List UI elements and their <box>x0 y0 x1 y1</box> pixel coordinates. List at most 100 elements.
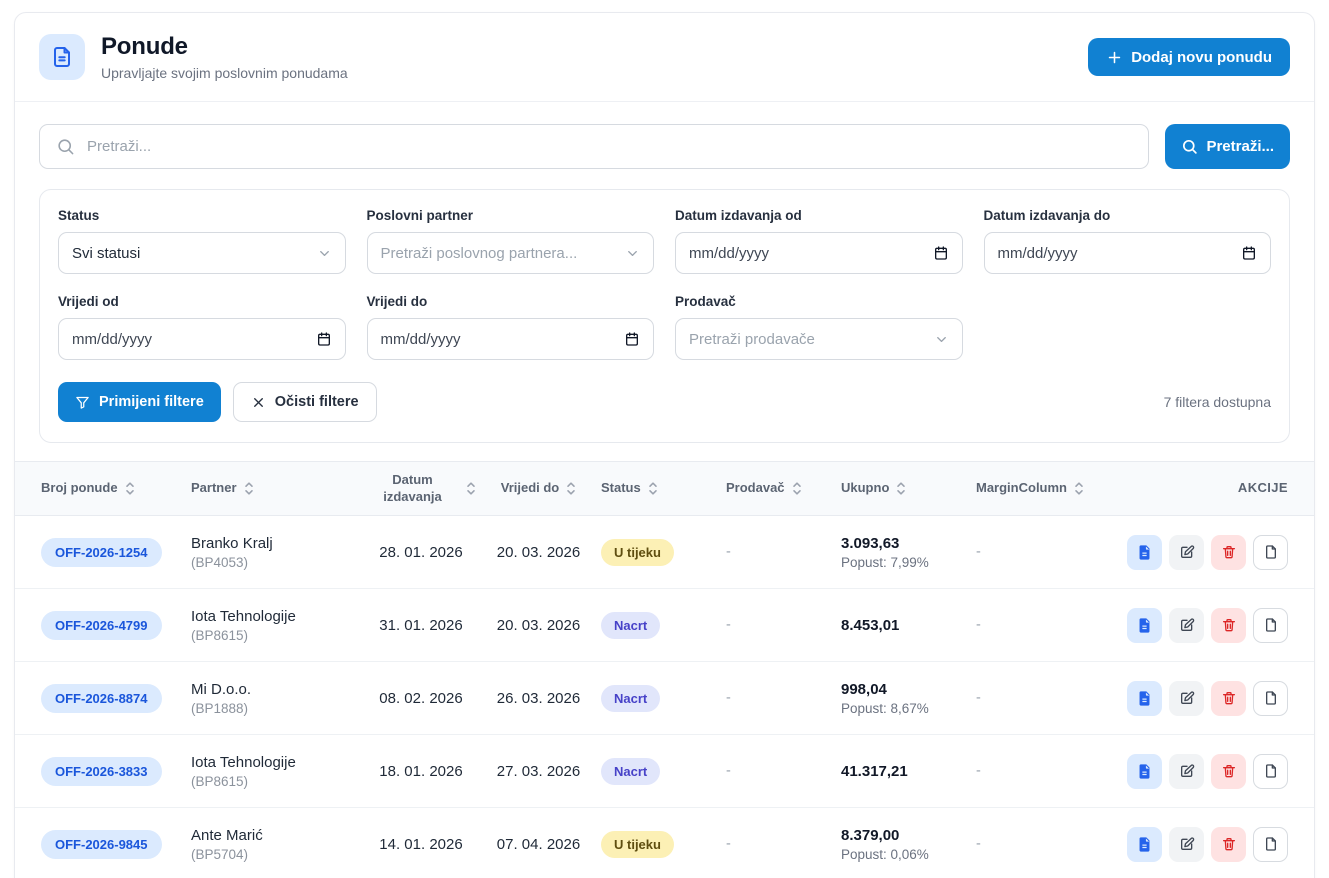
filter-issue-date-to: Datum izdavanja do mm/dd/yyyy <box>984 208 1272 274</box>
partner-name: Iota Tehnologije <box>191 608 356 625</box>
partner-code: (BP8615) <box>191 628 356 643</box>
delete-button[interactable] <box>1211 827 1246 862</box>
issue-date-to-input[interactable]: mm/dd/yyyy <box>984 232 1272 274</box>
page-title: Ponude <box>101 33 348 61</box>
edit-button[interactable] <box>1169 754 1204 789</box>
margin-value: - <box>976 544 1111 560</box>
column-header-seller[interactable]: Prodavač <box>726 480 841 496</box>
total-cell: 3.093,63 Popust: 7,99% <box>841 535 976 570</box>
partner-code: (BP8615) <box>191 774 356 789</box>
filter-status: Status Svi statusi <box>58 208 346 274</box>
clear-filters-button[interactable]: Očisti filtere <box>233 382 377 422</box>
view-document-button[interactable] <box>1127 608 1162 643</box>
partner-cell: Ante Marić (BP5704) <box>191 827 366 862</box>
edit-button[interactable] <box>1169 681 1204 716</box>
issue-date-from-input[interactable]: mm/dd/yyyy <box>675 232 963 274</box>
chevron-down-icon <box>317 246 332 261</box>
status-select[interactable]: Svi statusi <box>58 232 346 274</box>
edit-icon <box>1179 836 1195 852</box>
edit-button[interactable] <box>1169 827 1204 862</box>
view-document-button[interactable] <box>1127 681 1162 716</box>
sort-icon <box>1074 481 1084 496</box>
view-document-button[interactable] <box>1127 827 1162 862</box>
partner-code: (BP5704) <box>191 847 356 862</box>
offers-table: Broj ponudePartnerDatum izdavanjaVrijedi… <box>15 461 1314 878</box>
valid-from-input[interactable]: mm/dd/yyyy <box>58 318 346 360</box>
view-document-icon <box>1136 836 1153 853</box>
filter-partner: Poslovni partner Pretraži poslovnog part… <box>367 208 655 274</box>
add-offer-button[interactable]: Dodaj novu ponudu <box>1088 38 1290 76</box>
offer-number-badge: OFF-2026-4799 <box>41 611 162 640</box>
view-document-button[interactable] <box>1127 754 1162 789</box>
partner-select[interactable]: Pretraži poslovnog partnera... <box>367 232 655 274</box>
margin-value: - <box>976 617 1111 633</box>
edit-icon <box>1179 617 1195 633</box>
column-header-id[interactable]: Broj ponude <box>41 480 191 496</box>
chevron-down-icon <box>934 332 949 347</box>
duplicate-button[interactable] <box>1253 827 1288 862</box>
partner-label: Poslovni partner <box>367 208 655 223</box>
view-document-icon <box>1136 617 1153 634</box>
calendar-icon[interactable] <box>316 331 332 347</box>
partner-code: (BP1888) <box>191 701 356 716</box>
delete-icon <box>1221 763 1237 779</box>
issue-date: 18. 01. 2026 <box>366 763 486 780</box>
sort-icon <box>466 481 476 496</box>
partner-cell: Mi D.o.o. (BP1888) <box>191 681 366 716</box>
seller-select[interactable]: Pretraži prodavače <box>675 318 963 360</box>
total-cell: 41.317,21 <box>841 763 976 780</box>
search-row: Pretraži... Pretraži... <box>15 102 1314 169</box>
document-icon <box>39 34 85 80</box>
valid-to-input[interactable]: mm/dd/yyyy <box>367 318 655 360</box>
duplicate-button[interactable] <box>1253 754 1288 789</box>
issue-date: 31. 01. 2026 <box>366 617 486 634</box>
sort-icon <box>244 481 254 496</box>
search-button[interactable]: Pretraži... <box>1165 124 1290 169</box>
delete-button[interactable] <box>1211 754 1246 789</box>
issue-date: 14. 01. 2026 <box>366 836 486 853</box>
total-cell: 8.453,01 <box>841 617 976 634</box>
issue-date-to-label: Datum izdavanja do <box>984 208 1272 223</box>
duplicate-icon <box>1263 836 1279 852</box>
calendar-icon[interactable] <box>1241 245 1257 261</box>
edit-button[interactable] <box>1169 535 1204 570</box>
seller-value: - <box>726 617 841 633</box>
duplicate-button[interactable] <box>1253 681 1288 716</box>
delete-button[interactable] <box>1211 681 1246 716</box>
view-document-icon <box>1136 544 1153 561</box>
calendar-icon[interactable] <box>624 331 640 347</box>
discount-note: Popust: 7,99% <box>841 555 966 570</box>
column-header-partner[interactable]: Partner <box>191 480 366 496</box>
issue-date: 28. 01. 2026 <box>366 544 486 561</box>
filter-valid-to: Vrijedi do mm/dd/yyyy <box>367 294 655 360</box>
column-header-status[interactable]: Status <box>601 480 726 496</box>
valid-from-label: Vrijedi od <box>58 294 346 309</box>
view-document-button[interactable] <box>1127 535 1162 570</box>
column-header-total[interactable]: Ukupno <box>841 480 976 496</box>
filter-issue-date-from: Datum izdavanja od mm/dd/yyyy <box>675 208 963 274</box>
page-title-block: Ponude Upravljajte svojim poslovnim ponu… <box>101 33 348 81</box>
view-document-icon <box>1136 690 1153 707</box>
duplicate-button[interactable] <box>1253 535 1288 570</box>
delete-button[interactable] <box>1211 608 1246 643</box>
apply-filters-button[interactable]: Primijeni filtere <box>58 382 221 422</box>
search-input[interactable]: Pretraži... <box>39 124 1149 169</box>
edit-button[interactable] <box>1169 608 1204 643</box>
chevron-down-icon <box>625 246 640 261</box>
delete-button[interactable] <box>1211 535 1246 570</box>
search-icon <box>56 137 75 156</box>
calendar-icon[interactable] <box>933 245 949 261</box>
filter-panel: Status Svi statusi Poslovni partner Pret… <box>39 189 1290 443</box>
column-header-margin[interactable]: MarginColumn <box>976 480 1111 496</box>
duplicate-icon <box>1263 690 1279 706</box>
duplicate-icon <box>1263 544 1279 560</box>
column-header-issued[interactable]: Datum izdavanja <box>366 472 486 505</box>
delete-icon <box>1221 544 1237 560</box>
seller-value: - <box>726 836 841 852</box>
delete-icon <box>1221 690 1237 706</box>
edit-icon <box>1179 763 1195 779</box>
table-body: OFF-2026-1254 Branko Kralj (BP4053) 28. … <box>15 516 1314 878</box>
column-header-valid[interactable]: Vrijedi do <box>486 480 601 496</box>
duplicate-button[interactable] <box>1253 608 1288 643</box>
page-header: Ponude Upravljajte svojim poslovnim ponu… <box>15 13 1314 102</box>
